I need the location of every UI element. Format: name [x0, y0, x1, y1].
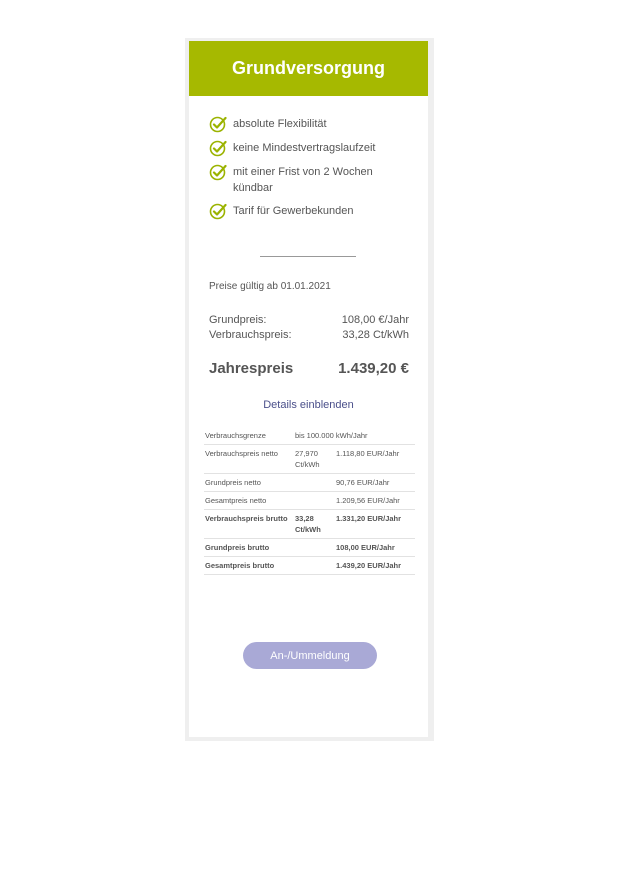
- feature-item: mit einer Frist von 2 Wochen kündbar: [209, 164, 414, 196]
- price-validity: Preise gültig ab 01.01.2021: [209, 281, 331, 292]
- row-label: Verbrauchsgrenze: [204, 427, 294, 445]
- row-unit-price: 27,970 Ct/kWh: [294, 444, 335, 474]
- row-total: 90,76 EUR/Jahr: [335, 473, 415, 492]
- base-price-row: Grundpreis: 108,00 €/Jahr: [209, 313, 409, 328]
- feature-item: absolute Flexibilität: [209, 116, 414, 133]
- details-toggle-link[interactable]: Details einblenden: [189, 399, 428, 411]
- annual-price-value: 1.439,20 €: [338, 360, 409, 377]
- row-unit-price: 33,28 Ct/kWh: [294, 509, 335, 539]
- base-price-value: 108,00 €/Jahr: [341, 314, 409, 326]
- annual-price-label: Jahrespreis: [209, 360, 294, 377]
- feature-label: absolute Flexibilität: [233, 118, 327, 130]
- price-summary: Grundpreis: 108,00 €/Jahr Verbrauchsprei…: [209, 313, 409, 343]
- row-unit-price: [294, 473, 335, 492]
- tariff-title: Grundversorgung: [189, 41, 428, 96]
- feature-item: keine Mindestvertragslaufzeit: [209, 140, 414, 157]
- base-price-label: Grundpreis:: [209, 314, 267, 326]
- table-row: Verbrauchsgrenze bis 100.000 kWh/Jahr: [204, 427, 415, 445]
- check-circle-icon: [209, 140, 227, 157]
- table-row: Gesamtpreis netto 1.209,56 EUR/Jahr: [204, 491, 415, 510]
- row-total: 1.331,20 EUR/Jahr: [335, 509, 415, 539]
- row-label: Verbrauchspreis netto: [204, 444, 294, 474]
- row-unit-price: [294, 556, 335, 575]
- check-circle-icon: [209, 116, 227, 133]
- feature-label: mit einer Frist von 2 Wochen kündbar: [233, 166, 373, 194]
- check-circle-icon: [209, 164, 227, 181]
- feature-label: Tarif für Gewerbekunden: [233, 205, 354, 217]
- row-total: 1.439,20 EUR/Jahr: [335, 556, 415, 575]
- usage-price-value: 33,28 Ct/kWh: [342, 329, 409, 341]
- row-total: 1.118,80 EUR/Jahr: [335, 444, 415, 474]
- row-label: Grundpreis netto: [204, 473, 294, 492]
- row-label: Grundpreis brutto: [204, 538, 294, 557]
- annual-price-row: Jahrespreis 1.439,20 €: [209, 360, 409, 377]
- table-row: Gesamtpreis brutto 1.439,20 EUR/Jahr: [204, 556, 415, 575]
- row-unit-price: [294, 538, 335, 557]
- row-label: Gesamtpreis brutto: [204, 556, 294, 575]
- divider: [260, 256, 356, 257]
- row-total: 1.209,56 EUR/Jahr: [335, 491, 415, 510]
- feature-label: keine Mindestvertragslaufzeit: [233, 142, 376, 154]
- row-total: 108,00 EUR/Jahr: [335, 538, 415, 557]
- tariff-card: Grundversorgung absolute Flexibilität ke…: [185, 38, 434, 741]
- table-row: Verbrauchspreis brutto 33,28 Ct/kWh 1.33…: [204, 509, 415, 539]
- feature-item: Tarif für Gewerbekunden: [209, 203, 414, 220]
- usage-price-row: Verbrauchspreis: 33,28 Ct/kWh: [209, 328, 409, 343]
- register-button[interactable]: An-/Ummeldung: [243, 642, 377, 669]
- table-row: Grundpreis brutto 108,00 EUR/Jahr: [204, 538, 415, 557]
- table-row: Verbrauchspreis netto 27,970 Ct/kWh 1.11…: [204, 444, 415, 474]
- row-label: Verbrauchspreis brutto: [204, 509, 294, 539]
- usage-price-label: Verbrauchspreis:: [209, 329, 292, 341]
- check-circle-icon: [209, 203, 227, 220]
- details-table: Verbrauchsgrenze bis 100.000 kWh/Jahr Ve…: [204, 427, 415, 575]
- tariff-title-text: Grundversorgung: [231, 58, 385, 78]
- row-unit-price: [294, 491, 335, 510]
- row-label: Gesamtpreis netto: [204, 491, 294, 510]
- table-row: Grundpreis netto 90,76 EUR/Jahr: [204, 473, 415, 492]
- row-unit-price: bis 100.000 kWh/Jahr: [294, 427, 415, 445]
- tariff-card-body: Grundversorgung absolute Flexibilität ke…: [189, 41, 428, 737]
- feature-list: absolute Flexibilität keine Mindestvertr…: [209, 116, 414, 227]
